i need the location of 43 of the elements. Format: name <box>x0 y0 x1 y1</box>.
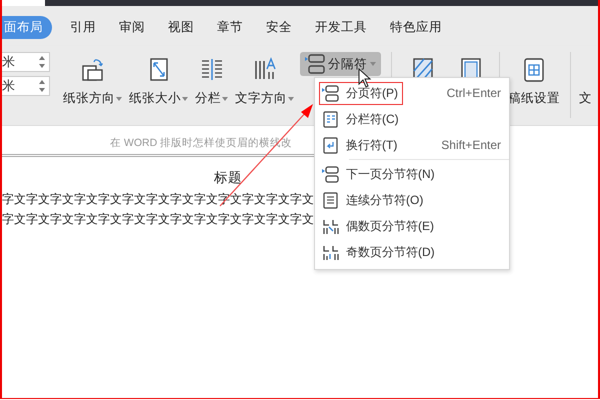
menu-item[interactable]: 奇数页分节符(D) <box>319 240 440 264</box>
spinner-arrows-icon <box>39 79 45 93</box>
grid-paper-icon <box>522 57 546 83</box>
ribbon-tab[interactable]: 章节 <box>217 16 243 38</box>
columns-icon <box>200 57 224 83</box>
ribbon-button[interactable]: 纸张大小 <box>128 88 189 109</box>
caret-icon <box>182 96 188 100</box>
caret-icon <box>116 96 122 100</box>
column-break-icon <box>322 110 340 128</box>
caret-icon <box>222 96 228 100</box>
page-break-icon <box>305 54 325 74</box>
ribbon-tab[interactable]: 视图 <box>168 16 194 38</box>
spinner-arrows-icon <box>39 55 45 69</box>
body-text: 字文字文字文字文字文字文字文字文字文字文字文字文字文 <box>2 211 314 228</box>
ribbon-button[interactable]: 文 <box>578 88 593 109</box>
menu-item[interactable]: 连续分节符(O) <box>319 188 428 212</box>
ribbon-tab[interactable]: 开发工具 <box>315 16 367 38</box>
menu-item[interactable]: 换行符(T) <box>319 134 402 156</box>
odd-page-icon <box>322 244 340 260</box>
shortcut-text: Ctrl+Enter <box>446 86 501 100</box>
menu-item[interactable]: 分页符(P) <box>319 82 403 104</box>
ribbon-tab[interactable]: 安全 <box>266 16 292 38</box>
margin-field[interactable]: 米 <box>2 76 50 96</box>
caret-icon <box>370 62 376 66</box>
page-break-icon <box>322 166 340 182</box>
page-break-icon <box>322 84 340 102</box>
even-page-icon <box>322 218 340 234</box>
ribbon-button[interactable]: 文字方向 <box>234 88 295 109</box>
line-break-icon <box>322 136 340 154</box>
rotate-pages-icon <box>80 57 104 83</box>
ribbon-tab[interactable]: 引用 <box>70 16 96 38</box>
margin-field[interactable]: 米 <box>2 52 50 72</box>
menu-item[interactable]: 下一页分节符(N) <box>319 162 440 186</box>
ribbon-tab[interactable]: 审阅 <box>119 16 145 38</box>
menu-item[interactable]: 偶数页分节符(E) <box>319 214 439 238</box>
document-heading: 标题 <box>214 169 242 187</box>
caret-icon <box>288 96 294 100</box>
document-lines-icon <box>322 192 340 208</box>
ribbon-tab[interactable]: 特色应用 <box>390 16 442 38</box>
ribbon-button[interactable]: 分栏 <box>194 88 229 109</box>
ribbon-button[interactable]: 纸张方向 <box>62 88 123 109</box>
shortcut-text: Shift+Enter <box>441 138 501 152</box>
break-dropdown-button[interactable]: 分隔符 <box>300 52 381 76</box>
